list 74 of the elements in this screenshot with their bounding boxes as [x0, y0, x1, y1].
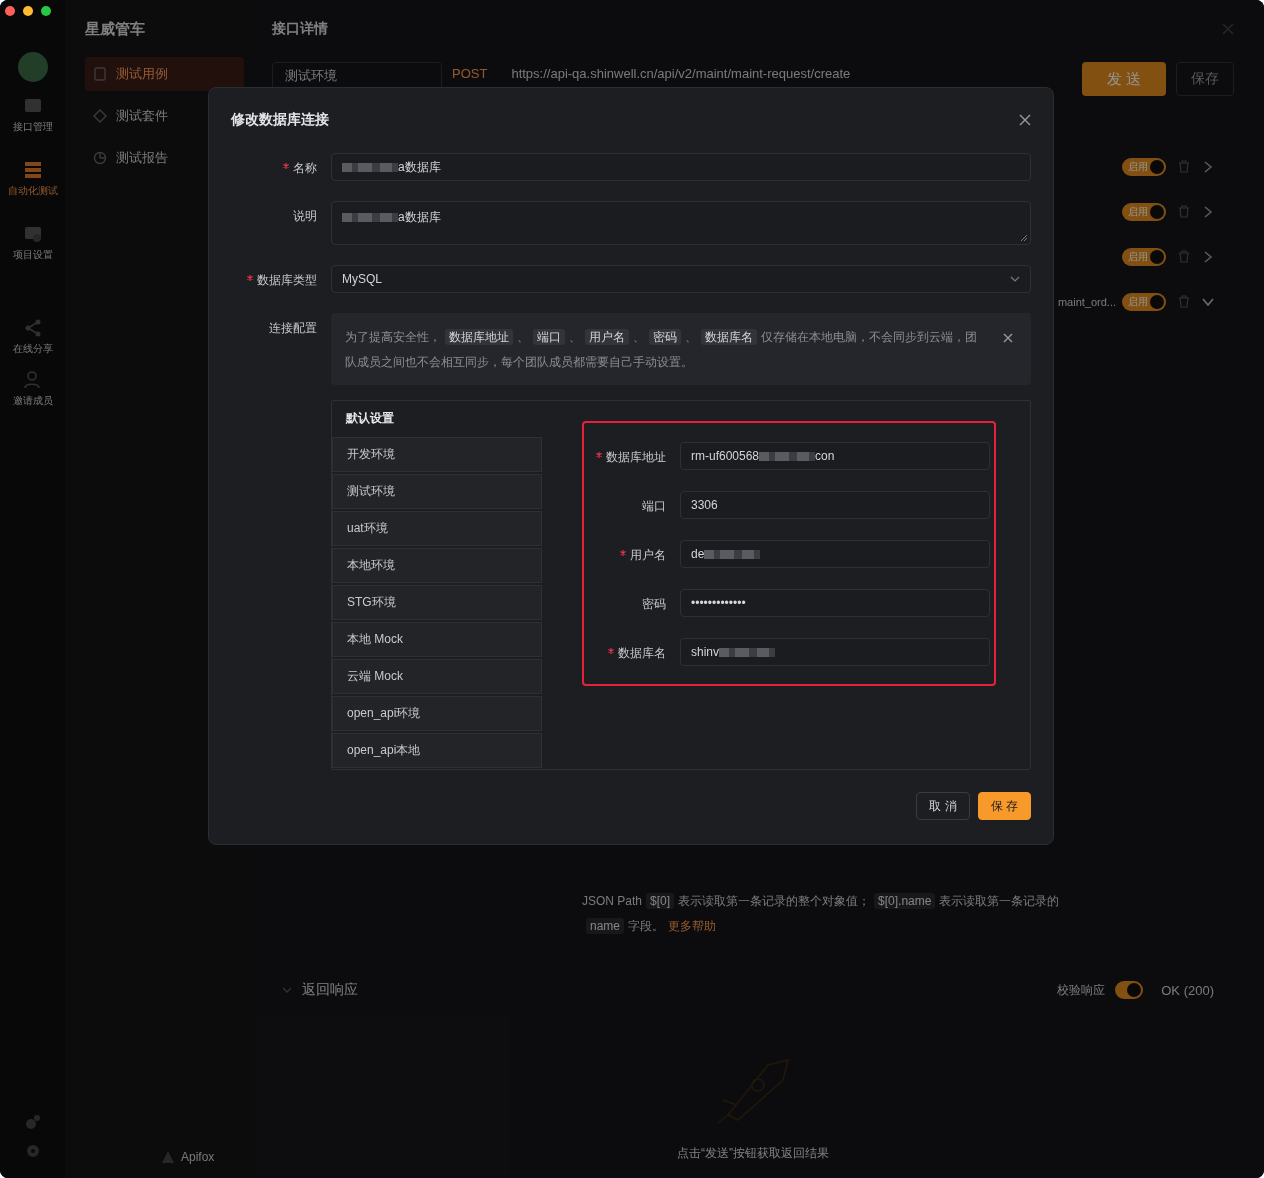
help-link[interactable]: 更多帮助: [668, 919, 717, 933]
logo-icon: [161, 1150, 175, 1164]
close-icon: [1019, 114, 1031, 126]
field-label: 数据库类型: [257, 272, 317, 289]
field-label: 名称: [293, 160, 317, 177]
dismiss-button[interactable]: [1003, 333, 1013, 343]
database-name-field[interactable]: shinv: [680, 638, 990, 666]
host-field[interactable]: rm-uf600568 con: [680, 442, 990, 470]
port-field[interactable]: 3306: [680, 491, 990, 519]
redaction-blocks: [704, 549, 761, 559]
panel-title: 接口详情: [272, 20, 328, 38]
trash-icon: [1178, 160, 1190, 173]
person-icon: [22, 370, 43, 390]
sidebar-item[interactable]: 测试报告: [85, 141, 244, 175]
close-icon: [1003, 333, 1013, 343]
environment-item[interactable]: 默认设置: [332, 401, 542, 435]
brand-name: Apifox: [181, 1150, 215, 1164]
chevron-down-icon: [282, 985, 292, 995]
field-label: 用户名: [630, 547, 666, 564]
environment-item[interactable]: uat环境: [332, 511, 542, 546]
redaction-blocks: [342, 213, 398, 222]
field-label: 说明: [293, 208, 317, 225]
pie-chart-icon: [93, 151, 107, 165]
redaction-blocks: [759, 451, 816, 461]
environment-item[interactable]: 开发环境: [332, 437, 542, 472]
close-button[interactable]: [1019, 114, 1031, 126]
rail-item[interactable]: 接口管理: [12, 96, 53, 134]
diamond-icon: [93, 109, 107, 123]
rail-item[interactable]: 项目设置: [12, 224, 53, 262]
environment-item[interactable]: open_api环境: [332, 696, 542, 731]
stack-icon: [22, 160, 43, 180]
project-switcher[interactable]: 星威管车: [85, 20, 244, 39]
environment-item[interactable]: 本地环境: [332, 548, 542, 583]
close-icon: [1222, 23, 1234, 35]
redaction-blocks: [719, 647, 775, 657]
password-field[interactable]: •••••••••••••: [680, 589, 990, 617]
environment-item[interactable]: 本地 Mock: [332, 622, 542, 657]
type-select[interactable]: MySQL: [331, 265, 1031, 293]
environment-item[interactable]: 测试环境: [332, 474, 542, 509]
rail-item[interactable]: 邀请成员: [12, 370, 53, 408]
section-title: 返回响应: [302, 981, 359, 999]
empty-message: 点击“发送”按钮获取返回结果: [677, 1145, 829, 1162]
environment-item[interactable]: 云端 Mock: [332, 659, 542, 694]
field-label: 数据库名: [618, 645, 666, 662]
field-label: 数据库地址: [606, 449, 666, 466]
rail-item[interactable]: 自动化测试: [7, 160, 58, 198]
trash-icon: [1178, 205, 1190, 218]
rail-item[interactable]: 在线分享: [12, 318, 53, 356]
field-label: 连接配置: [269, 320, 317, 337]
step-note: maint_ord...: [1057, 295, 1116, 308]
field-label: 端口: [642, 498, 666, 515]
trash-icon: [1178, 250, 1190, 263]
minimize-window-button[interactable]: [23, 6, 33, 16]
chevron-down-icon: [1010, 274, 1020, 284]
environment-item[interactable]: STG环境: [332, 585, 542, 620]
check-label: 校验响应: [1057, 981, 1106, 999]
username-field[interactable]: de: [680, 540, 990, 568]
zoom-window-button[interactable]: [41, 6, 51, 16]
notice-text: 为了提高安全性， 数据库地址 、 端口 、 用户名 、 密码 、 数据库名 仅存储在本地电脑，不会同步到云端，团队成员之间也不会相互同步，每个团队成员都需要自己手动设置。: [345, 328, 978, 371]
save-button[interactable]: 保 存: [977, 792, 1031, 820]
cancel-button[interactable]: 取 消: [916, 792, 970, 820]
description-field[interactable]: a数据库: [331, 201, 1031, 245]
name-field[interactable]: a数据库: [331, 153, 1031, 181]
status-select[interactable]: OK (200): [1161, 982, 1214, 998]
field-label: 密码: [642, 596, 666, 613]
help-text: JSON Path $[0] 表示读取第一条记录的整个对象值； $[0].name 表示读取第一条记录的 name 字段。 更多帮助: [582, 892, 1061, 936]
environment-item[interactable]: open_api本地: [332, 733, 542, 768]
trash-icon: [1178, 295, 1190, 308]
dialog-title: 修改数据库连接: [231, 111, 329, 129]
redaction-blocks: [342, 162, 398, 172]
close-window-button[interactable]: [5, 6, 15, 16]
resize-handle-icon: [1021, 235, 1027, 241]
document-icon: [93, 67, 107, 81]
check-toggle[interactable]: [1115, 981, 1144, 999]
